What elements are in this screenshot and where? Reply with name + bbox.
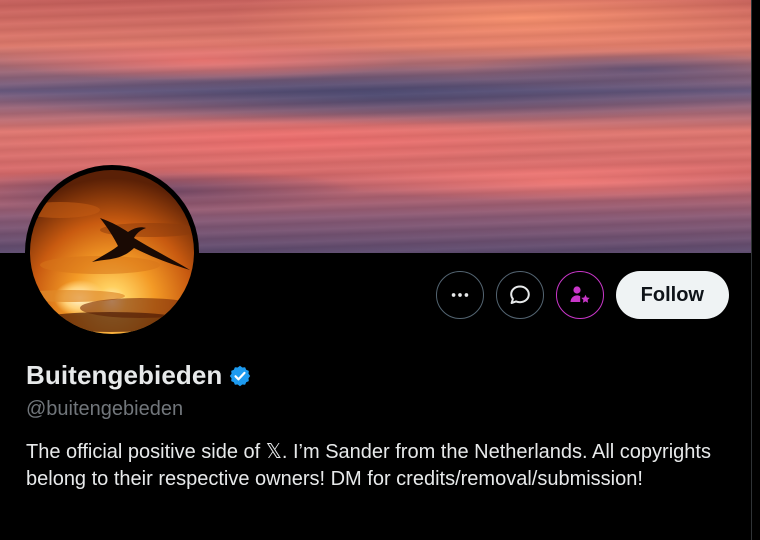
profile-handle: @buitengebieden — [26, 398, 184, 420]
follow-button[interactable]: Follow — [615, 271, 729, 319]
profile-actions: Follow — [435, 270, 729, 320]
message-button[interactable] — [495, 271, 544, 319]
verified-badge-icon[interactable] — [228, 364, 252, 388]
subscribe-button[interactable] — [555, 271, 604, 319]
avatar-image — [30, 170, 194, 334]
more-button[interactable] — [435, 271, 484, 319]
profile-avatar[interactable] — [25, 165, 199, 339]
more-horizontal-icon — [451, 293, 468, 297]
display-name: Buitengebieden — [26, 360, 223, 390]
display-name-row: Buitengebieden — [26, 360, 252, 391]
person-star-icon — [570, 286, 590, 303]
profile-header: Follow Buitengebieden @buitengebieden Th… — [0, 0, 752, 540]
profile-bio: The official positive side of 𝕏. I’m San… — [26, 441, 711, 490]
message-bubble-icon — [509, 285, 530, 304]
